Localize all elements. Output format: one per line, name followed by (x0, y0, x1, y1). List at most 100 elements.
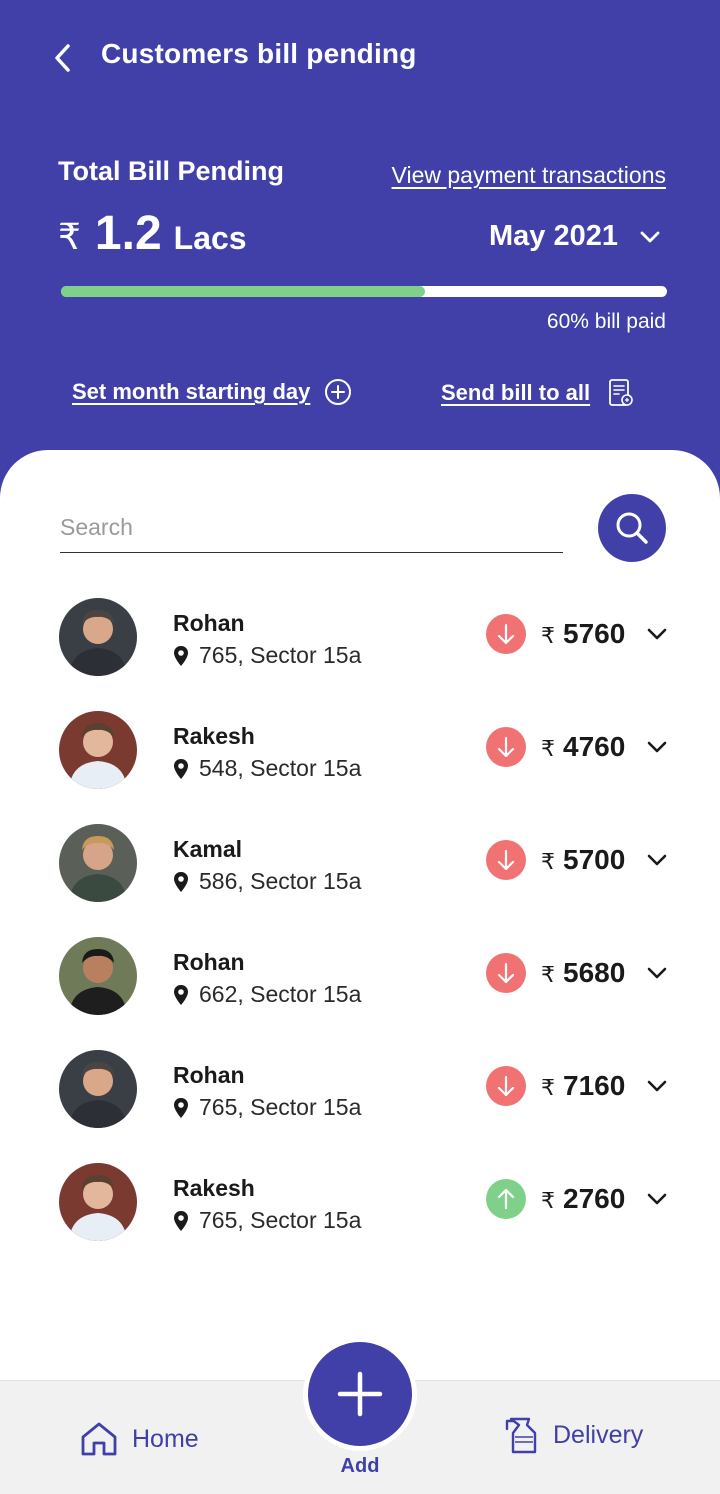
set-month-label: Set month starting day (72, 379, 311, 404)
month-dropdown[interactable]: May 2021 (489, 220, 660, 253)
send-bill-label: Send bill to all (441, 380, 591, 405)
location-pin-icon (174, 758, 188, 779)
customer-address: 586, Sector 15a (173, 868, 361, 895)
trend-down-badge (486, 840, 526, 880)
address-text: 765, Sector 15a (199, 1207, 362, 1233)
customer-name: Rohan (173, 949, 245, 975)
search-field (60, 505, 563, 553)
pending-amount: ₹ 4760 (541, 731, 625, 763)
arrow-down-icon (497, 849, 515, 871)
expand-row-button[interactable] (643, 846, 671, 874)
view-payment-transactions-link[interactable]: View payment transactions (392, 162, 666, 189)
customer-row[interactable]: Rohan 765, Sector 15a ₹ 7160 (0, 1042, 720, 1142)
avatar (59, 1163, 137, 1241)
amount-value: 5700 (563, 844, 626, 875)
arrow-down-icon (497, 962, 515, 984)
month-label: May 2021 (489, 220, 618, 252)
trend-down-badge (486, 614, 526, 654)
arrow-down-icon (497, 736, 515, 758)
arrow-down-icon (497, 1075, 515, 1097)
add-button[interactable] (308, 1342, 412, 1446)
rupee-symbol: ₹ (541, 962, 555, 987)
customer-row[interactable]: Rohan 662, Sector 15a ₹ 5680 (0, 929, 720, 1029)
chevron-down-icon (647, 628, 667, 640)
chevron-down-icon (647, 1080, 667, 1092)
milk-bottle-icon (505, 1417, 537, 1454)
amount-value: 2760 (563, 1183, 626, 1214)
back-button[interactable] (48, 40, 76, 76)
rupee-symbol: ₹ (541, 623, 555, 648)
customer-row[interactable]: Rakesh 548, Sector 15a ₹ 4760 (0, 703, 720, 803)
total-amount-value: 1.2 (94, 207, 162, 260)
search-icon (616, 512, 648, 544)
total-bill-label: Total Bill Pending (58, 156, 284, 186)
set-month-starting-day-button[interactable]: Set month starting day (72, 378, 352, 406)
nav-home[interactable]: Home (80, 1421, 199, 1457)
pending-amount: ₹ 2760 (541, 1183, 625, 1215)
avatar (59, 711, 137, 789)
location-pin-icon (174, 984, 188, 1005)
rupee-symbol: ₹ (58, 216, 81, 257)
customer-address: 548, Sector 15a (173, 755, 361, 782)
customer-row[interactable]: Rohan 765, Sector 15a ₹ 5760 (0, 590, 720, 690)
chevron-down-icon (647, 854, 667, 866)
amount-value: 5680 (563, 957, 626, 988)
nav-home-label: Home (132, 1424, 199, 1453)
location-pin-icon (174, 1097, 188, 1118)
chevron-down-icon (647, 967, 667, 979)
send-bill-to-all-button[interactable]: Send bill to all (441, 378, 634, 408)
avatar (59, 937, 137, 1015)
customer-name: Kamal (173, 836, 243, 862)
home-icon (81, 1422, 117, 1456)
amount-value: 5760 (563, 618, 626, 649)
customer-address: 662, Sector 15a (173, 981, 361, 1008)
expand-row-button[interactable] (643, 733, 671, 761)
trend-up-badge (486, 1179, 526, 1219)
pending-amount: ₹ 5700 (541, 844, 625, 876)
address-text: 765, Sector 15a (199, 642, 362, 668)
customer-name: Rakesh (173, 1175, 255, 1201)
add-label: Add (340, 1455, 380, 1477)
trend-down-badge (486, 727, 526, 767)
avatar (59, 1050, 137, 1128)
arrow-up-icon (497, 1188, 515, 1210)
location-pin-icon (174, 1210, 188, 1231)
customer-address: 765, Sector 15a (173, 1207, 361, 1234)
customer-name: Rohan (173, 610, 245, 636)
avatar (59, 824, 137, 902)
plus-circle-icon (325, 379, 352, 405)
arrow-down-icon (497, 623, 515, 645)
avatar (59, 598, 137, 676)
search-input[interactable] (60, 505, 563, 549)
expand-row-button[interactable] (643, 620, 671, 648)
search-button[interactable] (598, 494, 666, 562)
pending-amount: ₹ 7160 (541, 1070, 625, 1102)
customer-address: 765, Sector 15a (173, 642, 361, 669)
progress-fill (61, 286, 425, 297)
customer-row[interactable]: Rakesh 765, Sector 15a ₹ 2760 (0, 1155, 720, 1255)
bill-paid-progress-bar (61, 286, 667, 297)
page-title: Customers bill pending (101, 38, 417, 69)
chevron-left-icon (55, 44, 70, 72)
nav-delivery-label: Delivery (553, 1420, 644, 1449)
expand-row-button[interactable] (643, 1072, 671, 1100)
chevron-down-icon (647, 741, 667, 753)
customer-row[interactable]: Kamal 586, Sector 15a ₹ 5700 (0, 816, 720, 916)
rupee-symbol: ₹ (541, 1188, 555, 1213)
customer-name: Rakesh (173, 723, 255, 749)
expand-row-button[interactable] (643, 1185, 671, 1213)
amount-value: 4760 (563, 731, 626, 762)
pending-amount: ₹ 5680 (541, 957, 625, 989)
pending-amount: ₹ 5760 (541, 618, 625, 650)
address-text: 662, Sector 15a (199, 981, 362, 1007)
customer-name: Rohan (173, 1062, 245, 1088)
rupee-symbol: ₹ (541, 849, 555, 874)
chevron-down-icon (640, 231, 660, 242)
location-pin-icon (174, 871, 188, 892)
nav-delivery[interactable]: Delivery (505, 1415, 643, 1455)
address-text: 586, Sector 15a (199, 868, 362, 894)
chevron-down-icon (647, 1193, 667, 1205)
expand-row-button[interactable] (643, 959, 671, 987)
rupee-symbol: ₹ (541, 1075, 555, 1100)
location-pin-icon (174, 645, 188, 666)
